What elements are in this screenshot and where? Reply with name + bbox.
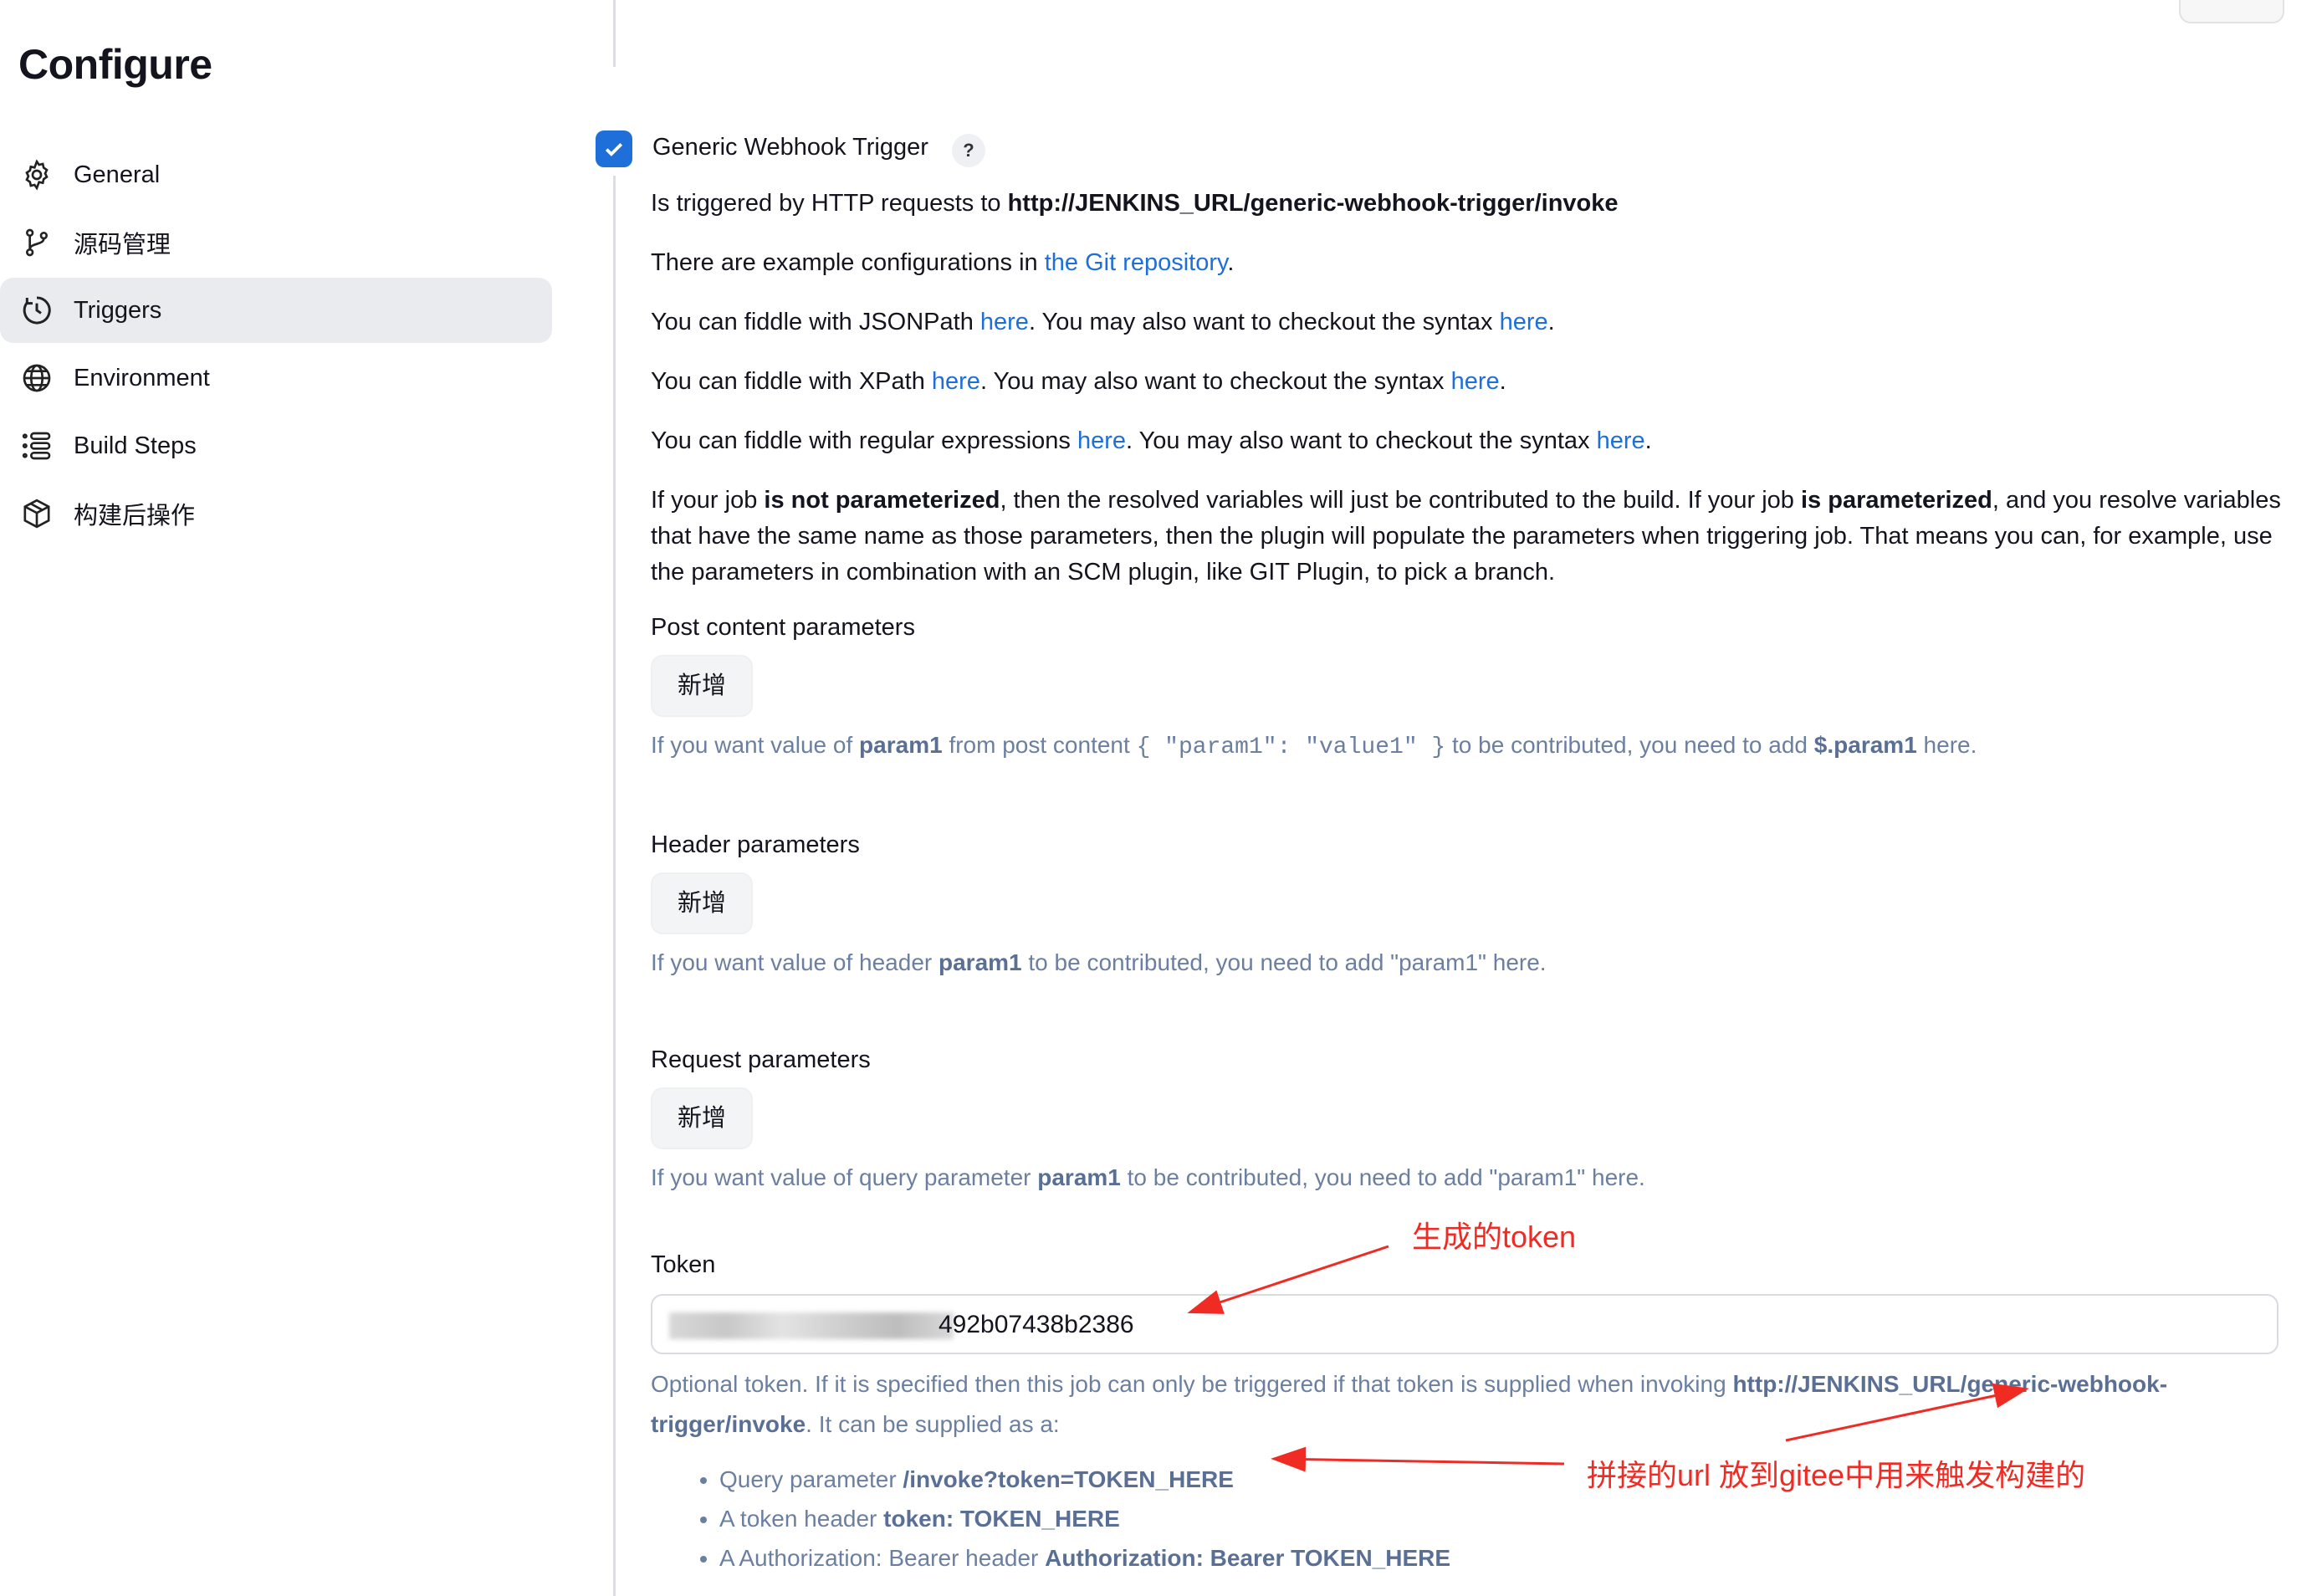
description-regex: You can fiddle with regular expressions … — [651, 427, 1652, 454]
token-redacted — [669, 1312, 954, 1339]
list-item: A token header token: TOKEN_HERE — [719, 1499, 2282, 1538]
sidebar-item-build-steps[interactable]: Build Steps — [0, 413, 552, 478]
header-parameters-hint: If you want value of header param1 to be… — [651, 949, 1547, 975]
url-annotation: 拼接的url 放到gitee中用来触发构建的 — [1587, 1458, 2086, 1492]
add-post-parameter-button[interactable]: 新增 — [651, 655, 754, 717]
description-examples: There are example configurations in the … — [651, 249, 1235, 276]
add-header-parameter-button[interactable]: 新增 — [651, 872, 754, 934]
list-icon — [19, 428, 54, 463]
request-parameters-label: Request parameters — [651, 1046, 871, 1073]
description-parameterized: If your job is not parameterized, then t… — [651, 487, 2281, 586]
clock-icon — [19, 293, 54, 328]
description-xpath: You can fiddle with XPath here. You may … — [651, 368, 1506, 395]
sidebar: Configure General 源码管理 Triggers Environm… — [0, 0, 586, 1596]
invoke-url: http://JENKINS_URL/generic-webhook-trigg… — [1007, 190, 1619, 217]
sidebar-item-label: Triggers — [74, 296, 162, 324]
request-parameters-hint: If you want value of query parameter par… — [651, 1164, 1645, 1190]
add-request-parameter-button[interactable]: 新增 — [651, 1087, 754, 1149]
sidebar-item-triggers[interactable]: Triggers — [0, 278, 552, 343]
page-title: Configure — [18, 41, 212, 88]
post-content-hint: If you want value of param1 from post co… — [651, 732, 1977, 760]
regex-fiddle-link[interactable]: here — [1077, 427, 1126, 454]
description-jsonpath: You can fiddle with JSONPath here. You m… — [651, 309, 1555, 335]
divider — [613, 0, 616, 67]
token-value: 492b07438b2386 — [939, 1311, 1134, 1338]
section-indent-line — [613, 176, 616, 1596]
header-parameters-section: Header parameters 新增 If you want value o… — [651, 831, 2282, 980]
sidebar-item-scm[interactable]: 源码管理 — [0, 210, 552, 275]
branch-icon — [19, 225, 54, 260]
list-item: A Authorization: Bearer header Authoriza… — [719, 1538, 2282, 1578]
token-annotation: 生成的token — [1412, 1220, 1577, 1254]
jsonpath-fiddle-link[interactable]: here — [980, 309, 1029, 335]
jsonpath-syntax-link[interactable]: here — [1500, 309, 1548, 335]
globe-icon — [19, 361, 54, 396]
check-icon — [605, 143, 623, 156]
gear-icon — [19, 157, 54, 192]
regex-syntax-link[interactable]: here — [1597, 427, 1645, 454]
top-right-button[interactable] — [2179, 0, 2284, 23]
description-url: Is triggered by HTTP requests to http://… — [651, 190, 1619, 217]
token-hint: Optional token. If it is specified then … — [651, 1371, 2168, 1437]
token-input[interactable]: 492b07438b2386 — [651, 1294, 2279, 1354]
xpath-fiddle-link[interactable]: here — [932, 368, 980, 395]
sidebar-item-post-build[interactable]: 构建后操作 — [0, 481, 552, 546]
package-icon — [19, 496, 54, 531]
post-content-parameters-label: Post content parameters — [651, 614, 915, 641]
sidebar-item-label: General — [74, 161, 161, 188]
post-content-parameters-section: Post content parameters 新增 If you want v… — [651, 614, 2282, 765]
xpath-syntax-link[interactable]: here — [1451, 368, 1500, 395]
sidebar-item-label: Environment — [74, 364, 210, 391]
git-repository-link[interactable]: the Git repository — [1045, 249, 1228, 276]
sidebar-item-label: Build Steps — [74, 432, 197, 459]
sidebar-item-environment[interactable]: Environment — [0, 345, 552, 411]
sidebar-item-general[interactable]: General — [0, 142, 552, 207]
help-button[interactable]: ? — [952, 134, 985, 167]
sidebar-item-label: 构建后操作 — [74, 503, 196, 529]
sidebar-nav: General 源码管理 Triggers Environment Build … — [0, 142, 552, 549]
trigger-config: Is triggered by HTTP requests to http://… — [651, 186, 2282, 1578]
sidebar-item-label: 源码管理 — [74, 232, 171, 258]
generic-webhook-trigger-checkbox[interactable] — [596, 130, 632, 167]
trigger-title: Generic Webhook Trigger — [652, 134, 928, 161]
header-parameters-label: Header parameters — [651, 831, 860, 858]
request-parameters-section: Request parameters 新增 If you want value … — [651, 1046, 2282, 1194]
